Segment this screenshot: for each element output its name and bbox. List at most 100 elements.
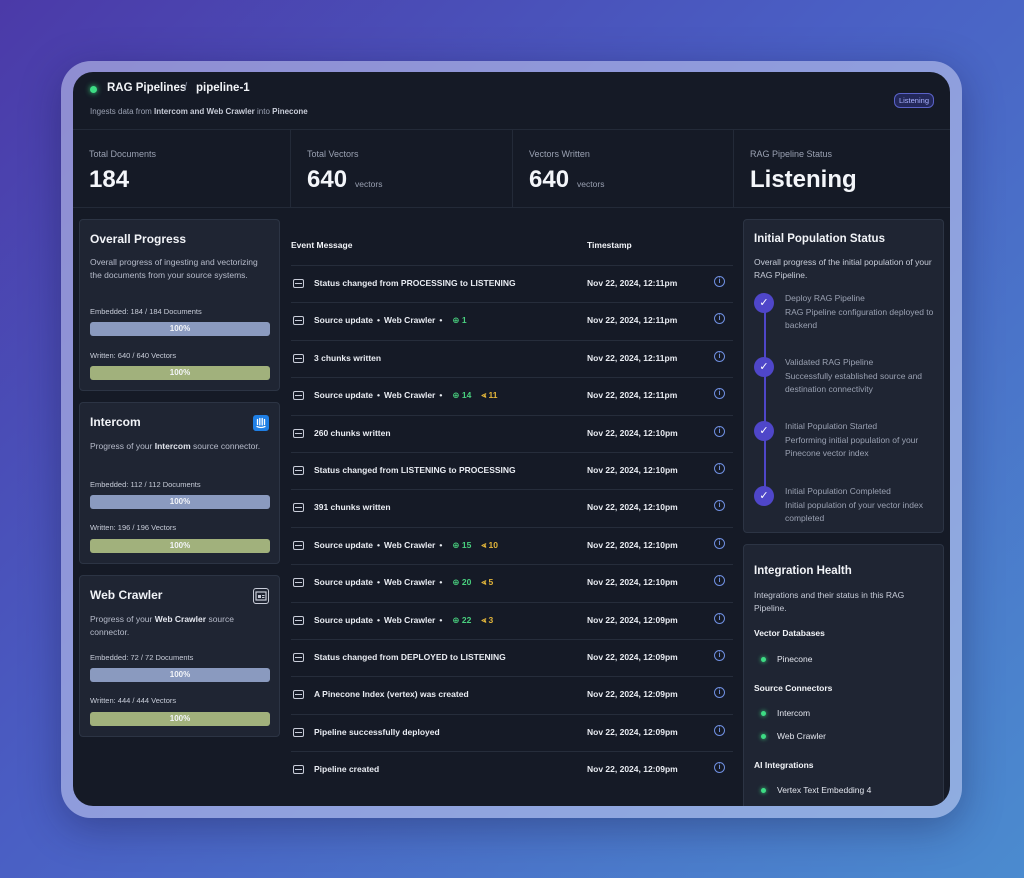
written-progress-bar: 100% <box>90 366 270 380</box>
stat-value: 184 <box>89 166 129 194</box>
embedded-progress-bar: 100% <box>90 322 270 336</box>
event-row[interactable]: Source update • Web Crawler • ⊕ 15 ⪡ 10 Nov 22… <box>291 526 733 564</box>
card-title: Initial Population Status <box>754 233 885 245</box>
breadcrumb-rag-pipelines[interactable]: RAG Pipelines <box>107 82 186 94</box>
event-timestamp: Nov 22, 2024, 12:10pm <box>587 465 678 475</box>
info-icon[interactable]: i <box>714 762 725 774</box>
event-source: Web Crawler <box>384 539 436 550</box>
event-row[interactable]: Status changed from LISTENING to PROCESS… <box>291 452 733 489</box>
subtitle-sources: Intercom and Web Crawler <box>154 107 255 116</box>
event-message: A Pinecone Index (vertex) was created <box>314 689 469 699</box>
added-value: 14 <box>461 390 472 401</box>
card-description: Progress of your Web Crawler source conn… <box>90 613 270 639</box>
event-text: Source update <box>314 390 374 401</box>
column-header-event-message[interactable]: Event Message <box>291 240 352 250</box>
step-title: Initial Population Started <box>785 421 878 431</box>
breadcrumb-separator: / <box>184 82 188 94</box>
integration-name: Vertex Text Embedding 4 <box>777 785 872 795</box>
integration-name: Pinecone <box>777 654 813 664</box>
inbox-icon <box>293 727 304 737</box>
event-row[interactable]: 260 chunks written Nov 22, 2024, 12:10pm i <box>291 414 733 452</box>
info-icon[interactable]: i <box>714 537 725 549</box>
event-message: 391 chunks written <box>314 502 391 512</box>
event-timestamp: Nov 22, 2024, 12:09pm <box>587 614 678 625</box>
bullet-separator: • <box>377 315 381 326</box>
event-row[interactable]: 3 chunks written Nov 22, 2024, 12:11pm i <box>291 339 733 377</box>
info-icon[interactable]: i <box>714 612 725 624</box>
event-row[interactable]: Source update • Web Crawler • ⊕ 14 ⪡ 11 Nov 22… <box>291 377 733 414</box>
event-message: Source update • Web Crawler • ⊕ 15 ⪡ 10 <box>314 540 498 551</box>
event-text: 3 chunks written <box>314 352 382 363</box>
step-description: Successfully established source and dest… <box>785 371 923 394</box>
integration-name: Intercom <box>777 708 811 718</box>
event-row[interactable]: Source update • Web Crawler • ⊕ 1 Nov 22, 202… <box>291 302 733 339</box>
info-icon[interactable]: i <box>714 350 725 362</box>
event-row[interactable]: 391 chunks written Nov 22, 2024, 12:10pm i <box>291 489 733 526</box>
group-title-source-connectors: Source Connectors <box>754 683 833 693</box>
desc-text: Progress of your <box>90 441 155 451</box>
event-source: Web Crawler <box>384 315 436 326</box>
updated-value: 3 <box>488 614 494 625</box>
event-row[interactable]: Pipeline created Nov 22, 2024, 12:09pm i <box>291 751 733 788</box>
event-row[interactable]: Source update • Web Crawler • ⊕ 22 ⪡ 3 Nov 22,… <box>291 601 733 639</box>
stat-vectors-written: Vectors Written 640 vectors <box>513 130 734 208</box>
info-icon[interactable]: i <box>714 425 725 437</box>
info-icon[interactable]: i <box>714 276 725 287</box>
embedded-label: Embedded: 184 / 184 Documents <box>90 307 202 316</box>
event-source: Web Crawler <box>384 577 436 588</box>
info-icon[interactable]: i <box>714 575 725 587</box>
bullet-separator: • <box>377 390 381 401</box>
event-text: Pipeline created <box>314 764 380 775</box>
written-progress-bar: 100% <box>90 712 270 726</box>
group-title-vector-databases: Vector Databases <box>754 628 825 638</box>
page-header: RAG Pipelines / pipeline-1 Ingests data … <box>73 72 950 130</box>
written-progress-bar: 100% <box>90 539 270 553</box>
stat-label: Total Documents <box>89 149 157 159</box>
added-count: ⊕ 15 <box>452 540 471 550</box>
event-row[interactable]: Status changed from PROCESSING to LISTEN… <box>291 265 733 302</box>
health-status-dot <box>761 657 766 662</box>
step-description: Initial population of your vector index … <box>785 500 923 523</box>
event-row[interactable]: A Pinecone Index (vertex) was created Nov… <box>291 676 733 713</box>
info-icon[interactable]: i <box>714 313 725 325</box>
bullet-separator: • <box>377 577 381 588</box>
event-message: Source update • Web Crawler • ⊕ 20 ⪡ 5 <box>314 577 493 588</box>
event-message: Status changed from DEPLOYED to LISTENIN… <box>314 652 506 662</box>
event-message: Source update • Web Crawler • ⊕ 22 ⪡ 3 <box>314 615 493 626</box>
event-timestamp: Nov 22, 2024, 12:11pm <box>587 278 678 288</box>
inbox-icon <box>293 391 304 401</box>
event-timestamp: Nov 22, 2024, 12:10pm <box>587 577 678 588</box>
event-row[interactable]: Source update • Web Crawler • ⊕ 20 ⪡ 5 Nov 22,… <box>291 564 733 601</box>
event-log-table: Event Message Timestamp Status changed f… <box>291 208 733 806</box>
timeline-line <box>764 302 766 497</box>
column-header-timestamp[interactable]: Timestamp <box>587 240 632 250</box>
inbox-icon <box>293 279 304 288</box>
info-icon[interactable]: i <box>714 650 725 661</box>
info-icon[interactable]: i <box>714 500 725 512</box>
inbox-icon <box>293 503 304 513</box>
info-icon[interactable]: i <box>714 724 725 736</box>
updated-value: 5 <box>488 577 494 588</box>
stat-value: Listening <box>750 166 857 194</box>
info-icon[interactable]: i <box>714 388 725 400</box>
event-row[interactable]: Status changed from DEPLOYED to LISTENIN… <box>291 639 733 676</box>
embedded-progress-bar: 100% <box>90 495 270 509</box>
updated-value: 10 <box>488 539 498 550</box>
event-timestamp: Nov 22, 2024, 12:10pm <box>587 427 678 438</box>
progress-text: 100% <box>169 714 191 723</box>
info-icon[interactable]: i <box>714 687 725 699</box>
card-title: Web Crawler <box>90 588 163 602</box>
event-message: Status changed from PROCESSING to LISTEN… <box>314 278 516 288</box>
info-icon[interactable]: i <box>714 463 725 474</box>
desc-source-name: Web Crawler <box>154 614 207 624</box>
status-badge: Listening <box>893 93 934 108</box>
step-title: Deploy RAG Pipeline <box>785 293 865 303</box>
stat-total-vectors: Total Vectors 640 vectors <box>291 130 513 208</box>
added-value: 22 <box>461 614 472 625</box>
event-source: Web Crawler <box>384 390 436 401</box>
event-row[interactable]: Pipeline successfully deployed Nov 22, 20… <box>291 713 733 751</box>
inbox-icon <box>293 316 304 326</box>
health-status-dot <box>761 734 766 739</box>
embedded-label: Embedded: 72 / 72 Documents <box>90 653 194 662</box>
inbox-icon <box>293 353 304 363</box>
